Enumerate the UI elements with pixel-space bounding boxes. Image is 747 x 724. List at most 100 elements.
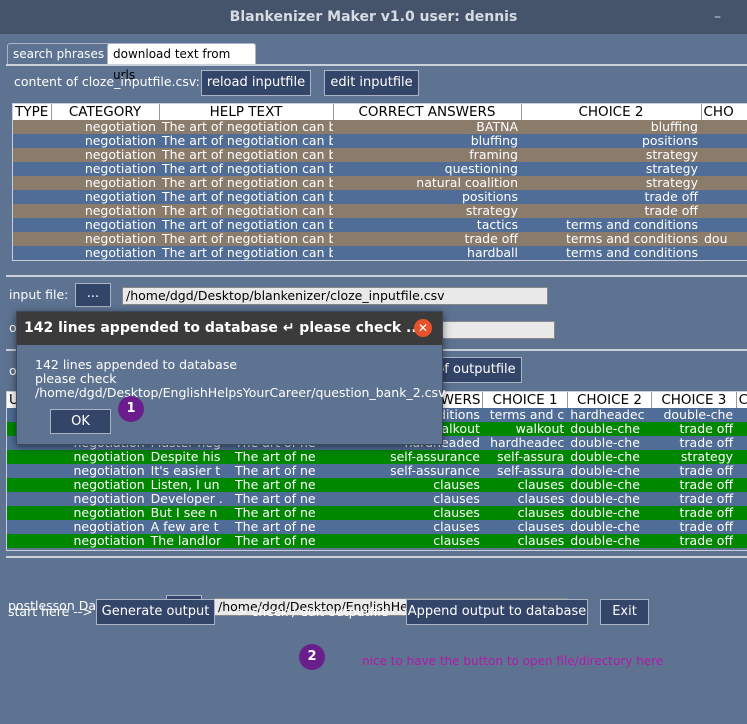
dialog-close-icon[interactable]: ✕ [414, 319, 432, 337]
table-cell: negotiation [30, 464, 148, 478]
table-cell: A few are t [147, 520, 233, 534]
table-cell: hardhea [736, 506, 747, 520]
table-cell: The art of negotiation can be r [159, 176, 333, 190]
message-dialog: 142 lines appended to database ↵ please … [16, 311, 446, 445]
table-cell: clauses [482, 534, 568, 548]
table-cell [701, 218, 747, 232]
tab-search-phrases[interactable]: search phrases [7, 43, 113, 65]
table-cell [13, 204, 51, 218]
table-row[interactable]: negotiation Developer . The art of ne claus… [7, 492, 747, 506]
table-cell: negotiation [51, 190, 159, 204]
table-row[interactable]: negotiationThe art of negotiation can be… [13, 232, 747, 246]
table-cell: strategy [651, 450, 737, 464]
table-cell: The art of negotiation can be r [159, 232, 333, 246]
table-row[interactable]: negotiationThe art of negotiation can be… [13, 190, 747, 204]
table-row[interactable]: negotiationThe art of negotiation can be… [13, 204, 747, 218]
table-cell: self-assura [482, 464, 568, 478]
table-cell: clauses [318, 534, 483, 548]
table-cell: The art of ne [232, 506, 319, 520]
col-choice-2[interactable]: CHOICE 2 [567, 392, 653, 408]
table-cell: trade off [651, 492, 737, 506]
tab-download-text[interactable]: download text from urls [107, 43, 256, 82]
table-cell [13, 120, 51, 134]
table-cell: trade off [651, 534, 737, 548]
table-row[interactable]: negotiationThe art of negotiation can be… [13, 246, 747, 260]
col-choice-4[interactable]: CHOIC [736, 392, 747, 408]
table-cell [701, 246, 747, 260]
table-row[interactable]: negotiation Despite his The art of ne self-… [7, 450, 747, 464]
table-row[interactable]: negotiation The landlor The art of ne claus… [7, 534, 747, 548]
table-row[interactable]: negotiation But I see n The art of ne claus… [7, 506, 747, 520]
table-row[interactable]: negotiationThe art of negotiation can be… [13, 176, 747, 190]
table-cell: clauses [482, 506, 568, 520]
col-type[interactable]: TYPE [13, 104, 52, 120]
table-cell [701, 176, 747, 190]
dialog-title: 142 lines appended to database ↵ please … [17, 312, 442, 345]
table-row[interactable]: negotiationThe art of negotiation can be… [13, 162, 747, 176]
table-cell [7, 464, 31, 478]
table-cell: strategy [521, 162, 701, 176]
table-cell: The art of ne [232, 520, 319, 534]
annotation-badge-2: 2 [299, 644, 325, 670]
col-category[interactable]: CATEGORY [51, 104, 160, 120]
table-cell: negotiation [51, 246, 159, 260]
table-cell [7, 534, 31, 548]
table-cell: trade off [333, 232, 521, 246]
col-choice-3[interactable]: CHO [701, 104, 747, 120]
table-cell: The art of negotiation can be r [159, 134, 333, 148]
content-label: content of cloze_inputfile.csv: [14, 74, 200, 89]
col-choice-3[interactable]: CHOICE 3 [651, 392, 737, 408]
table-cell: double-che [567, 422, 652, 436]
dialog-message-line3: /home/dgd/Desktop/EnglishHelpsYourCareer… [35, 385, 446, 400]
input-file-field[interactable]: /home/dgd/Desktop/blankenizer/cloze_inpu… [122, 287, 548, 305]
table-cell: questioning [333, 162, 521, 176]
input-table[interactable]: TYPE CATEGORY HELP TEXT CORRECT ANSWERS … [12, 103, 747, 261]
input-table-header: TYPE CATEGORY HELP TEXT CORRECT ANSWERS … [13, 104, 747, 120]
table-cell: double-che [567, 506, 652, 520]
append-output-button[interactable]: Append output to database [406, 599, 588, 625]
table-row[interactable]: negotiationThe art of negotiation can be… [13, 120, 747, 134]
dialog-minimize-button[interactable]: – [385, 315, 393, 333]
edit-inputfile-button[interactable]: edit inputfile [324, 70, 419, 96]
table-cell: trade off [651, 464, 737, 478]
table-cell: The art of negotiation can be r [159, 120, 333, 134]
table-cell [701, 204, 747, 218]
table-cell: It's easier t [147, 464, 233, 478]
table-cell [7, 506, 31, 520]
table-cell: The art of negotiation can be r [159, 218, 333, 232]
table-cell: The art of negotiation can be r [159, 162, 333, 176]
table-cell: bluffing [333, 134, 521, 148]
input-file-browse-button[interactable]: ... [75, 283, 111, 307]
table-cell: negotiation [30, 478, 148, 492]
table-cell [13, 176, 51, 190]
table-row[interactable]: negotiationThe art of negotiation can be… [13, 148, 747, 162]
annotation-badge-1: 1 [118, 396, 144, 422]
table-cell: The art of negotiation can be r [159, 190, 333, 204]
table-cell: double-che [567, 450, 652, 464]
dialog-ok-button[interactable]: OK [50, 409, 111, 434]
dialog-message-line1: 142 lines appended to database [35, 357, 238, 372]
table-cell: negotiation [51, 148, 159, 162]
table-cell [701, 120, 747, 134]
table-row[interactable]: negotiation It's easier t The art of ne sel… [7, 464, 747, 478]
generate-output-button[interactable]: Generate output [96, 599, 215, 625]
minimize-button[interactable]: – [714, 0, 721, 34]
output-file-field[interactable] [441, 321, 555, 339]
table-cell: hardhea [736, 436, 747, 450]
table-row[interactable]: negotiationThe art of negotiation can be… [13, 218, 747, 232]
table-row[interactable]: negotiation Listen, I un The art of ne clau… [7, 478, 747, 492]
table-cell: double-che [567, 464, 652, 478]
edit-outputfile-button[interactable]: of outputfile [430, 357, 522, 383]
exit-button[interactable]: Exit [600, 599, 649, 625]
col-choice-2[interactable]: CHOICE 2 [521, 104, 702, 120]
table-cell [13, 232, 51, 246]
col-correct-answers[interactable]: CORRECT ANSWERS [333, 104, 522, 120]
table-cell: positions [521, 134, 701, 148]
table-row[interactable]: negotiationThe art of negotiation can be… [13, 134, 747, 148]
col-choice-1[interactable]: CHOICE 1 [482, 392, 568, 408]
table-cell: negotiation [30, 492, 148, 506]
reload-inputfile-button[interactable]: reload inputfile [201, 70, 311, 96]
table-cell: Despite his [147, 450, 233, 464]
col-help-text[interactable]: HELP TEXT [159, 104, 334, 120]
table-row[interactable]: negotiation A few are t The art of ne claus… [7, 520, 747, 534]
